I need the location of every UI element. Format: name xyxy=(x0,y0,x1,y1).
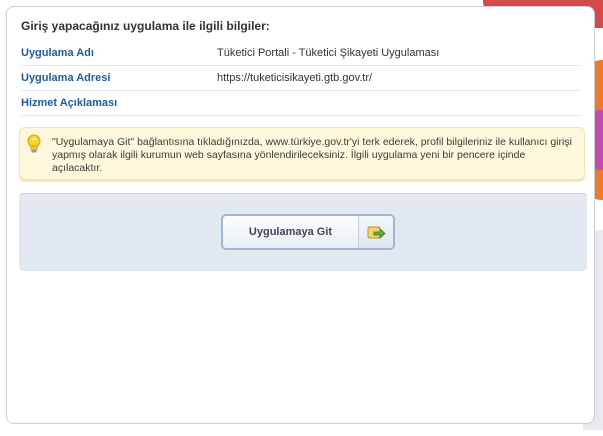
go-arrow-icon xyxy=(358,216,393,248)
lightbulb-icon xyxy=(26,134,42,154)
section-title: Giriş yapacağınız uygulama ile ilgili bi… xyxy=(21,19,270,33)
detail-value: https://tuketicisikayeti.gtb.gov.tr/ xyxy=(217,72,373,84)
info-notice: "Uygulamaya Git" bağlantısına tıkladığın… xyxy=(19,127,585,180)
action-panel: Uygulamaya Git xyxy=(19,193,587,271)
go-button-label: Uygulamaya Git xyxy=(248,226,333,238)
detail-row-service-description: Hizmet Açıklaması xyxy=(21,91,581,116)
application-info-card: Giriş yapacağınız uygulama ile ilgili bi… xyxy=(6,6,595,424)
detail-label: Uygulama Adresi xyxy=(21,72,111,84)
detail-row-app-address: Uygulama Adresi https://tuketicisikayeti… xyxy=(21,66,581,91)
detail-label: Hizmet Açıklaması xyxy=(21,97,118,109)
detail-row-app-name: Uygulama Adı Tüketici Portali - Tüketici… xyxy=(21,41,581,66)
detail-value: Tüketici Portali - Tüketici Şikayeti Uyg… xyxy=(217,47,440,59)
details-table: Uygulama Adı Tüketici Portali - Tüketici… xyxy=(21,41,581,116)
info-message: "Uygulamaya Git" bağlantısına tıkladığın… xyxy=(52,136,572,174)
go-to-application-button[interactable]: Uygulamaya Git xyxy=(221,214,395,250)
detail-label: Uygulama Adı xyxy=(21,47,94,59)
